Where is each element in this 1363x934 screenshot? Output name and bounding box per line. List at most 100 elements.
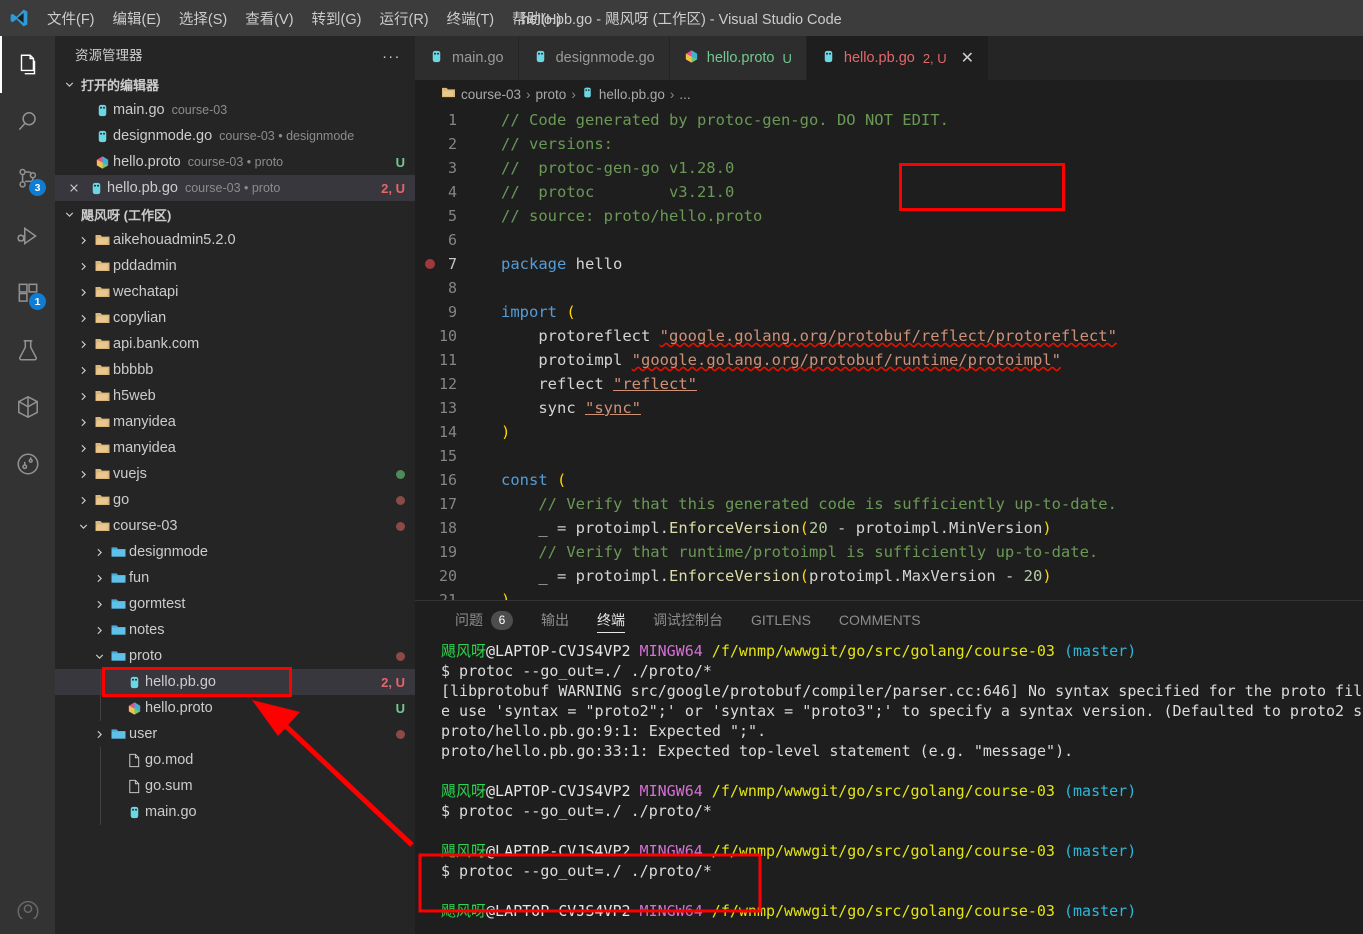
chevron-right-icon[interactable] [75,442,91,455]
chevron-right-icon[interactable] [91,572,107,585]
folder-row-go[interactable]: go [55,487,415,513]
chevron-right-icon[interactable] [75,312,91,325]
menu-file[interactable]: 文件(F) [38,4,104,33]
chevron-right-icon[interactable] [91,546,107,559]
code-line[interactable]: 10 protoreflect "google.golang.org/proto… [415,324,1363,348]
open-editor-hello-pb-go[interactable]: hello.pb.go course-03 • proto 2, U [55,175,415,201]
menu-run[interactable]: 运行(R) [370,4,437,33]
docker-icon[interactable] [0,378,55,435]
folder-row-h5web[interactable]: h5web [55,383,415,409]
folder-row-pddadmin[interactable]: pddadmin [55,253,415,279]
code-line[interactable]: 18 _ = protoimpl.EnforceVersion(20 - pro… [415,516,1363,540]
file-row-go-mod[interactable]: go.mod [55,747,415,773]
chevron-right-icon[interactable] [75,494,91,507]
explorer-icon[interactable] [0,36,55,93]
extensions-icon[interactable]: 1 [0,264,55,321]
folder-row-designmode[interactable]: designmode [55,539,415,565]
code-line[interactable]: 3 // protoc-gen-go v1.28.0 [415,156,1363,180]
terminal-output[interactable]: 飓风呀@LAPTOP-CVJS4VP2 MINGW64 /f/wnmp/wwwg… [415,639,1363,934]
tab-hello-proto[interactable]: hello.proto U [669,36,807,80]
tab-close-icon[interactable]: ✕ [961,48,974,68]
chevron-right-icon[interactable] [75,234,91,247]
chevron-right-icon[interactable] [75,390,91,403]
menu-help[interactable]: 帮助(H) [503,4,570,33]
chevron-right-icon[interactable] [91,624,107,637]
file-row-hello-pb-go[interactable]: hello.pb.go 2, U [55,667,415,697]
menu-terminal[interactable]: 终端(T) [438,4,504,33]
folder-row-copylian[interactable]: copylian [55,305,415,331]
breadcrumb-hello-pb-go[interactable]: hello.pb.go [599,87,665,102]
code-line[interactable]: 13 sync "sync" [415,396,1363,420]
menu-view[interactable]: 查看(V) [236,4,302,33]
folder-row-wechatapi[interactable]: wechatapi [55,279,415,305]
folder-row-gormtest[interactable]: gormtest [55,591,415,617]
open-editors-section-header[interactable]: 打开的编辑器 [55,71,415,97]
breadcrumb-symbol-ellipsis[interactable]: ... [679,87,690,102]
chevron-right-icon[interactable] [75,416,91,429]
source-control-icon[interactable]: 3 [0,150,55,207]
close-icon[interactable] [63,182,85,194]
tab-hello-pb-go[interactable]: hello.pb.go 2, U ✕ [806,36,990,80]
breadcrumb-course-03[interactable]: course-03 [461,87,521,102]
chevron-right-icon[interactable] [75,260,91,273]
code-line[interactable]: 20 _ = protoimpl.EnforceVersion(protoimp… [415,564,1363,588]
folder-row-course-03[interactable]: course-03 [55,513,415,539]
code-line[interactable]: 19 // Verify that runtime/protoimpl is s… [415,540,1363,564]
menu-edit[interactable]: 编辑(E) [104,4,170,33]
folder-row-manyidea[interactable]: manyidea [55,435,415,461]
chevron-right-icon[interactable] [75,364,91,377]
testing-icon[interactable] [0,321,55,378]
chevron-down-icon[interactable] [75,520,91,533]
chevron-right-icon[interactable] [75,286,91,299]
menu-go[interactable]: 转到(G) [303,4,371,33]
chevron-right-icon[interactable] [75,338,91,351]
code-line[interactable]: 14) [415,420,1363,444]
code-editor[interactable]: 1 // Code generated by protoc-gen-go. DO … [415,108,1363,600]
tab-designmode-go[interactable]: designmode.go [518,36,670,80]
breakpoint-icon[interactable] [425,259,435,269]
chevron-down-icon[interactable] [91,650,107,663]
tab-output[interactable]: 输出 [527,601,583,639]
folder-row-fun[interactable]: fun [55,565,415,591]
file-row-go-sum[interactable]: go.sum [55,773,415,799]
open-editor-designmode-go[interactable]: designmode.go course-03 • designmode [55,123,415,149]
gitlens-icon[interactable] [0,435,55,492]
tab-debug-console[interactable]: 调试控制台 [639,601,737,639]
folder-row-proto[interactable]: proto [55,643,415,669]
folder-row-bbbbb[interactable]: bbbbb [55,357,415,383]
menu-selection[interactable]: 选择(S) [170,4,236,33]
workspace-section-header[interactable]: 飓风呀 (工作区) [55,201,415,227]
file-row-main-go[interactable]: main.go [55,799,415,825]
code-line[interactable]: 11 protoimpl "google.golang.org/protobuf… [415,348,1363,372]
folder-row-notes[interactable]: notes [55,617,415,643]
open-editor-hello-proto[interactable]: hello.proto course-03 • proto U [55,149,415,175]
tab-problems[interactable]: 问题 6 [441,601,527,639]
breadcrumb-proto[interactable]: proto [536,87,567,102]
code-line[interactable]: 7 package hello [415,252,1363,276]
search-icon[interactable] [0,93,55,150]
folder-row-user[interactable]: user [55,721,415,747]
code-line[interactable]: 12 reflect "reflect" [415,372,1363,396]
folder-row-api-bank-com[interactable]: api.bank.com [55,331,415,357]
file-row-hello-proto[interactable]: hello.proto U [55,695,415,721]
tab-comments[interactable]: COMMENTS [825,601,935,639]
chevron-right-icon[interactable] [91,728,107,741]
explorer-more-actions-icon[interactable]: ... [374,45,409,62]
accounts-icon[interactable] [0,877,55,934]
code-line[interactable]: 17 // Verify that this generated code is… [415,492,1363,516]
code-line[interactable]: 6 [415,228,1363,252]
folder-row-aikehouadmin5-2-0[interactable]: aikehouadmin5.2.0 [55,227,415,253]
open-editor-main-go[interactable]: main.go course-03 [55,97,415,123]
code-line[interactable]: 21) [415,588,1363,600]
folder-row-vuejs[interactable]: vuejs [55,461,415,487]
run-and-debug-icon[interactable] [0,207,55,264]
code-line[interactable]: 16 const ( [415,468,1363,492]
code-line[interactable]: 1 // Code generated by protoc-gen-go. DO … [415,108,1363,132]
code-line[interactable]: 9 import ( [415,300,1363,324]
chevron-right-icon[interactable] [75,468,91,481]
tab-terminal[interactable]: 终端 [583,601,639,639]
folder-row-manyidea[interactable]: manyidea [55,409,415,435]
code-line[interactable]: 5 // source: proto/hello.proto [415,204,1363,228]
code-line[interactable]: 15 [415,444,1363,468]
code-line[interactable]: 2 // versions: [415,132,1363,156]
